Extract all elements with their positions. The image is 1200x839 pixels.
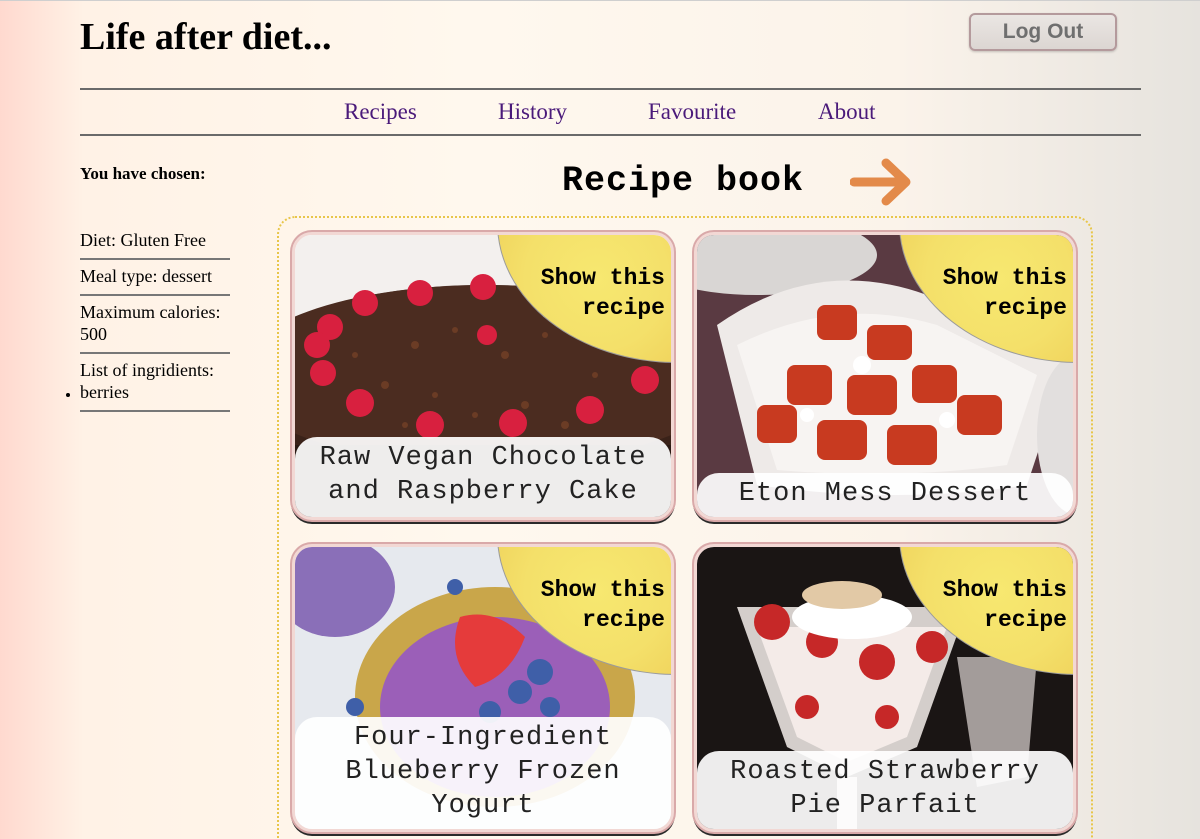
nav-item-history[interactable]: History: [498, 99, 567, 125]
nav-divider-top: [80, 88, 1141, 90]
recipe-card[interactable]: Show this recipe Raw Vegan Chocolate and…: [292, 232, 674, 520]
nav-divider-bottom: [80, 134, 1141, 136]
arrow-right-icon[interactable]: [849, 157, 914, 212]
chosen-title: You have chosen:: [80, 164, 206, 183]
nav-item-recipes[interactable]: Recipes: [344, 99, 417, 125]
filter-ingredients: List of ingridients: berries: [80, 354, 230, 412]
recipe-title: Roasted Strawberry Pie Parfait: [697, 751, 1073, 829]
nav-item-favourite[interactable]: Favourite: [648, 99, 736, 125]
chosen-filters-sidebar: You have chosen: Diet: Gluten Free Meal …: [80, 164, 230, 412]
site-title: Life after diet...: [80, 16, 332, 58]
nav-item-about[interactable]: About: [818, 99, 876, 125]
ingredients-list: berries: [80, 381, 230, 403]
recipe-title: Four-Ingredient Blueberry Frozen Yogurt: [295, 717, 671, 829]
recipe-card[interactable]: Show this recipe Four-Ingredient Blueber…: [292, 544, 674, 832]
recipe-title: Raw Vegan Chocolate and Raspberry Cake: [295, 437, 671, 517]
filter-diet: Diet: Gluten Free: [80, 224, 230, 260]
filter-meal-type: Meal type: dessert: [80, 260, 230, 296]
logout-button[interactable]: Log Out: [969, 13, 1117, 51]
page-title: Recipe book: [562, 161, 805, 201]
recipe-card[interactable]: Show this recipe Eton Mess Dessert: [694, 232, 1076, 520]
filter-max-calories: Maximum calories: 500: [80, 296, 230, 354]
ingredient-item: berries: [80, 381, 230, 403]
ingredients-label: List of ingridients:: [80, 360, 214, 380]
recipe-title: Eton Mess Dessert: [697, 473, 1073, 517]
recipe-card[interactable]: Show this recipe Roasted Strawberry Pie …: [694, 544, 1076, 832]
